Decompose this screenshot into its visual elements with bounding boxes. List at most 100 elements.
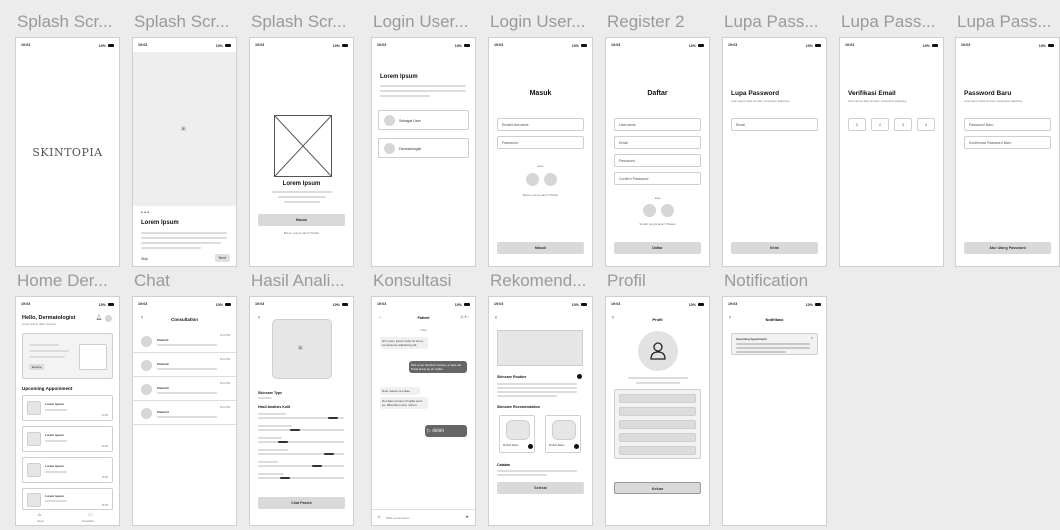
back-icon[interactable]: ‹: [258, 315, 260, 321]
image-placeholder: [552, 420, 576, 440]
send-button[interactable]: Kirim: [731, 242, 818, 254]
bell-icon[interactable]: 🔔︎: [96, 315, 102, 321]
status-bar: 19:03 10%: [21, 43, 114, 48]
chat-list-item[interactable]: Patient3 12.12 PM: [133, 379, 236, 401]
appointment-card[interactable]: Lorem Ipsum 13.00: [22, 395, 113, 421]
appointment-card[interactable]: Lorem Ipsum 16.00: [22, 488, 113, 510]
patient-name: Patient1: [157, 338, 169, 342]
otp-digit-2[interactable]: 2: [871, 118, 889, 131]
voice-message[interactable]: ▷ ılıılıılı: [425, 425, 467, 437]
incoming-message: Hi! Lorem ipsum dolor sit amet, consecte…: [380, 337, 428, 349]
register-link[interactable]: Belum punya akun? Daftar: [489, 193, 592, 197]
frame-recommendation: Rekomend... 19:03 10% ‹ Skincare Routine …: [488, 266, 593, 526]
chat-list-item[interactable]: Patient4 12.12 PM: [133, 403, 236, 425]
image-placeholder: [497, 330, 583, 366]
back-icon[interactable]: ‹: [495, 315, 497, 321]
image-placeholder: [27, 493, 41, 507]
text-line: [380, 90, 466, 92]
nav-home-label[interactable]: Home: [37, 520, 44, 523]
close-icon[interactable]: ×: [811, 336, 813, 340]
register-button[interactable]: Daftar: [614, 242, 701, 254]
add-icon[interactable]: [528, 444, 533, 449]
logout-button[interactable]: Keluar: [614, 482, 701, 494]
frame-title: Chat: [134, 271, 170, 290]
page-subtitle: Lorem ipsum dolor sit amet, consectetur …: [848, 100, 907, 103]
battery-label: 10%: [805, 302, 813, 307]
social-login-icon[interactable]: [526, 173, 539, 186]
message-time: 12.12 PM: [219, 406, 230, 409]
finish-button[interactable]: Selesai: [497, 482, 584, 494]
status-bar: 19:03 10%: [138, 43, 231, 48]
social-login-icon[interactable]: [661, 204, 674, 217]
frame-title: Konsultasi: [373, 271, 452, 290]
frame-title: Rekomend...: [490, 271, 587, 290]
nav-consult-label[interactable]: Konsultasi: [82, 520, 94, 523]
social-login-icon[interactable]: [544, 173, 557, 186]
login-button[interactable]: Masuk: [497, 242, 584, 254]
next-button[interactable]: Next: [214, 254, 230, 262]
product-card[interactable]: Product Name: [499, 415, 535, 453]
metric-label: [258, 425, 292, 427]
send-icon[interactable]: ➤: [466, 514, 469, 519]
frame-title: Lupa Pass...: [724, 12, 819, 31]
call-icon[interactable]: ⎙ ✆ ⋮: [460, 315, 469, 319]
status-bar: 19:03 10%: [728, 302, 821, 307]
email-field[interactable]: Email: [731, 118, 818, 131]
notification-card[interactable]: Upcoming Appoinment ×: [731, 333, 818, 355]
text-line: [45, 471, 67, 473]
page-heading: Consultation: [171, 317, 198, 322]
login-link[interactable]: Sudah punya akun? Masuk: [606, 222, 709, 226]
battery-label: 10%: [805, 43, 813, 48]
text-line: [736, 347, 810, 349]
product-card[interactable]: Product Name: [545, 415, 581, 453]
phone-screen: 19:03 10% Lorem Ipsum Sebagai User Dermat…: [371, 37, 476, 267]
explore-button[interactable]: Explore: [29, 364, 45, 370]
emoji-icon[interactable]: ☺: [377, 514, 381, 519]
avatar[interactable]: [105, 315, 112, 322]
username-field[interactable]: Username: [614, 118, 701, 131]
home-icon[interactable]: ⌂: [38, 512, 41, 518]
reset-password-button[interactable]: Atur Ulang Password: [964, 242, 1051, 254]
status-time: 19:03: [21, 302, 31, 306]
profile-info-card: [614, 389, 701, 459]
role-option-dermatologist[interactable]: Dermatologist: [378, 138, 469, 158]
battery-label: 10%: [922, 43, 930, 48]
image-placeholder: [506, 420, 530, 440]
otp-digit-3[interactable]: 3: [894, 118, 912, 131]
password-field[interactable]: Password: [497, 136, 584, 149]
otp-digit-4[interactable]: 4: [917, 118, 935, 131]
confirm-password-field[interactable]: Confirm Password: [614, 172, 701, 185]
status-time: 19:03: [138, 302, 148, 306]
metric-label: [258, 461, 278, 463]
appointment-card[interactable]: Lorem Ipsum 15.00: [22, 457, 113, 483]
metric-track: [258, 465, 344, 467]
metric-label: [258, 437, 282, 439]
appointment-card[interactable]: Lorem Ipsum 14.00: [22, 426, 113, 452]
comment-input[interactable]: Write a comment...: [386, 516, 411, 520]
skip-button[interactable]: Skip: [141, 257, 148, 261]
battery-icon: [581, 303, 587, 306]
appointment-title: Lorem Ipsum: [45, 402, 64, 406]
email-username-field[interactable]: Email/Username: [497, 118, 584, 131]
battery-label: 10%: [98, 302, 106, 307]
social-login-icon[interactable]: [643, 204, 656, 217]
status-bar: 19:03 10%: [611, 302, 704, 307]
frame-title: Login User...: [490, 12, 586, 31]
chat-patient-button[interactable]: Chat Pasien: [258, 497, 345, 509]
role-option-user[interactable]: Sebagai User: [378, 110, 469, 130]
otp-digit-1[interactable]: 0: [848, 118, 866, 131]
battery-icon: [225, 303, 231, 306]
register-link[interactable]: Belum punya akun? Daftar: [250, 231, 353, 235]
confirm-new-password-field[interactable]: Konfirmasi Password Baru: [964, 136, 1051, 149]
chat-list-item[interactable]: Patient1 12.12 PM: [133, 331, 236, 353]
message-time: 12.12 PM: [219, 334, 230, 337]
metric-fill: [312, 464, 322, 467]
login-button[interactable]: Masuk: [258, 214, 345, 226]
add-icon[interactable]: [574, 444, 579, 449]
new-password-field[interactable]: Password Baru: [964, 118, 1051, 131]
email-field[interactable]: Email: [614, 136, 701, 149]
password-field[interactable]: Password: [614, 154, 701, 167]
chat-icon[interactable]: ▭: [88, 512, 93, 518]
chat-list-item[interactable]: Patient2 12.12 PM: [133, 355, 236, 377]
battery-icon: [464, 303, 470, 306]
